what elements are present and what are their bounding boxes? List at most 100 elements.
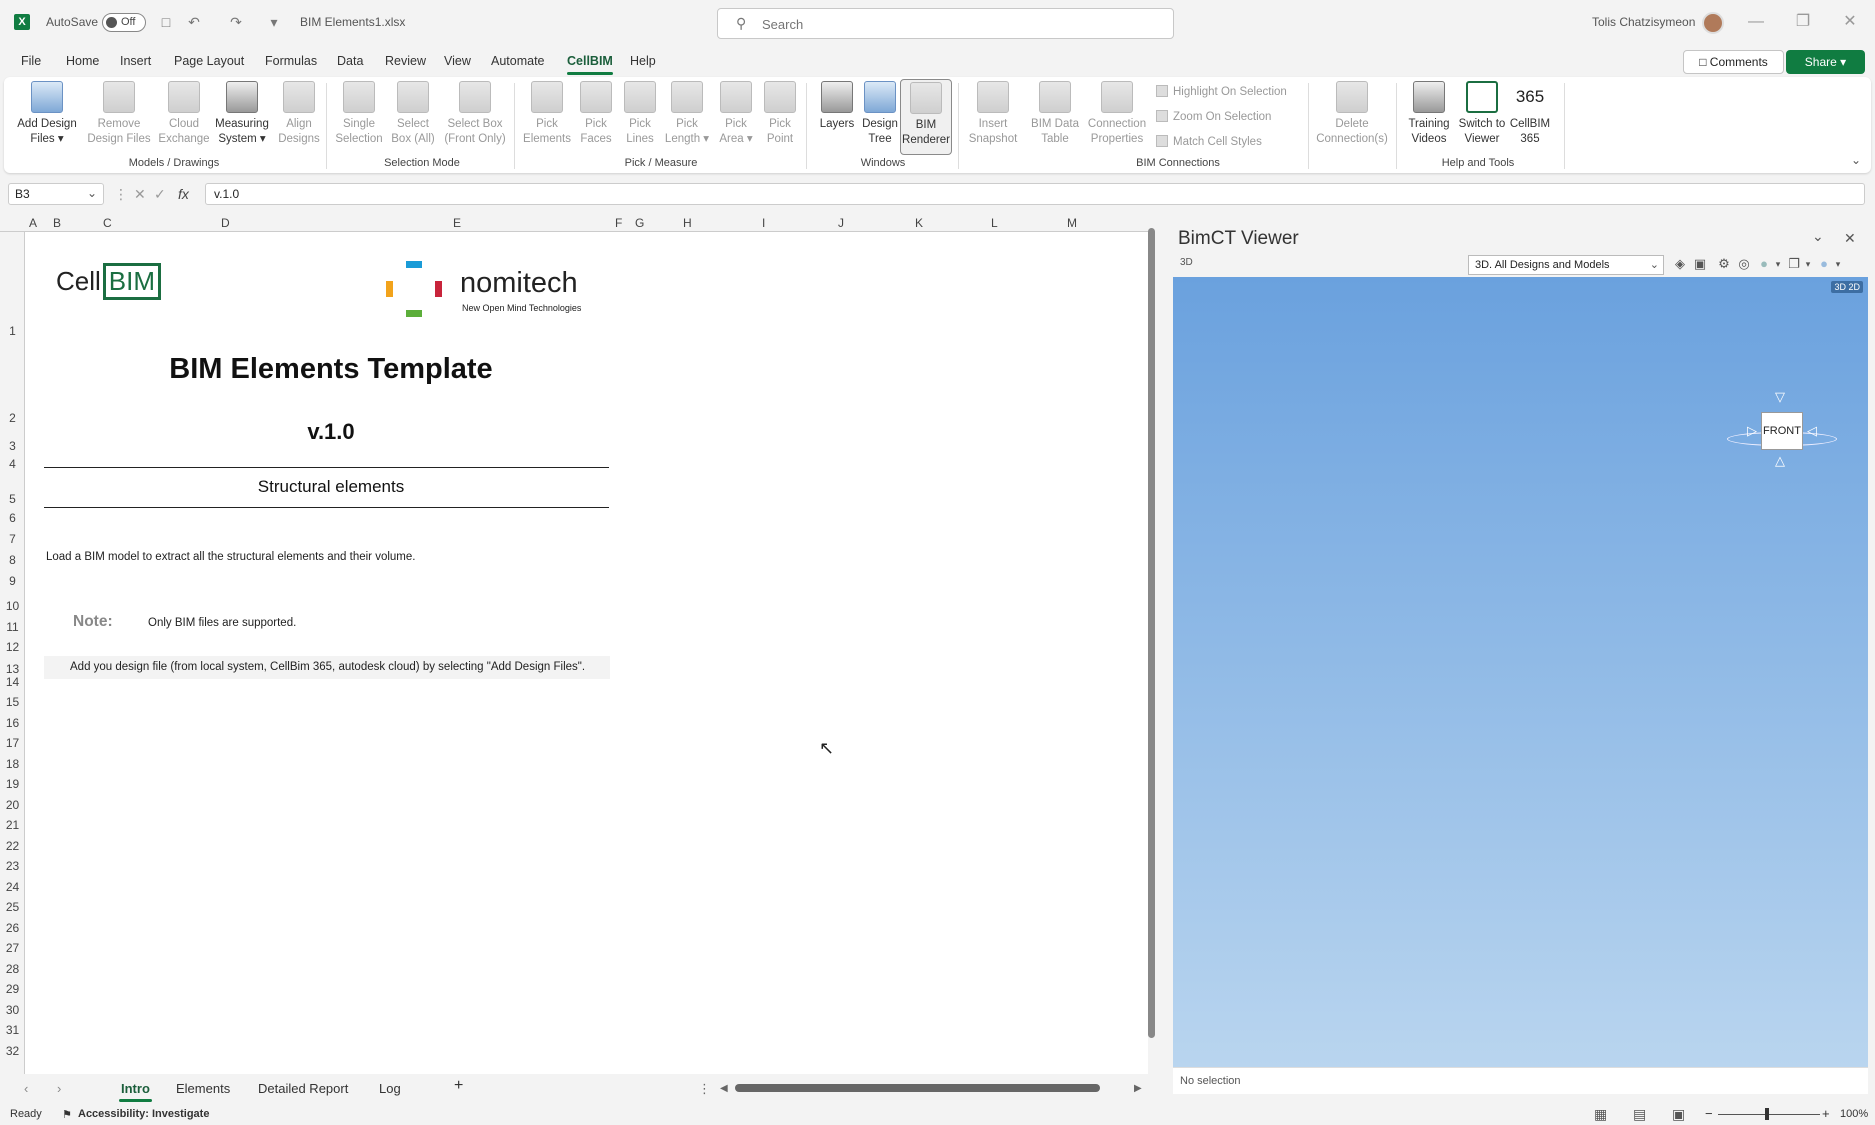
3d-2d-toggle[interactable]: 3D 2D [1831, 281, 1863, 293]
prev-sheet-icon[interactable]: ‹ [24, 1081, 28, 1096]
remove-design-files-button[interactable]: Remove Design Files [86, 79, 152, 155]
row-header[interactable]: 14 [0, 675, 25, 689]
file-name[interactable]: BIM Elements1.xlsx [300, 15, 405, 29]
chevron-down-icon[interactable]: ▾ [1830, 256, 1846, 272]
column-header[interactable]: M [1067, 216, 1077, 230]
sheet-tab-intro[interactable]: Intro [119, 1081, 152, 1102]
column-header[interactable]: J [838, 216, 844, 230]
column-header[interactable]: I [762, 216, 765, 230]
select-box-front-button[interactable]: Select Box (Front Only) [440, 79, 510, 155]
more-options-icon[interactable]: ⋮ [698, 1081, 711, 1097]
tab-automate[interactable]: Automate [491, 54, 545, 68]
3d-viewport[interactable]: 3D 2D ▽ ▷ ◁ △ FRONT [1173, 277, 1868, 1067]
view-cube[interactable]: FRONT [1761, 412, 1803, 450]
function-icon[interactable]: fx [178, 186, 189, 202]
sheet-tab-detailed-report[interactable]: Detailed Report [258, 1081, 348, 1096]
scroll-left-icon[interactable]: ◀ [720, 1083, 728, 1094]
delete-connections-button[interactable]: Delete Connection(s) [1314, 79, 1390, 155]
match-cell-styles-button[interactable]: Match Cell Styles [1156, 135, 1262, 148]
row-header[interactable]: 16 [0, 716, 25, 730]
row-header[interactable]: 11 [0, 620, 25, 634]
more-icon[interactable]: ⋮ [114, 186, 128, 203]
switch-to-viewer-button[interactable]: Switch to Viewer [1456, 79, 1508, 155]
camera-view-icon[interactable]: ◎ [1736, 256, 1752, 272]
row-header[interactable]: 18 [0, 757, 25, 771]
column-header[interactable]: C [103, 216, 112, 230]
avatar[interactable] [1702, 12, 1724, 34]
zoom-slider-thumb[interactable] [1765, 1108, 1769, 1120]
formula-input[interactable]: v.1.0 [205, 183, 1865, 205]
search-box[interactable]: ⚲ [717, 8, 1174, 39]
tab-view[interactable]: View [444, 54, 471, 68]
section-box-icon[interactable]: ▣ [1692, 256, 1708, 272]
cloud-exchange-button[interactable]: Cloud Exchange [156, 79, 212, 155]
tab-home[interactable]: Home [66, 54, 99, 68]
tab-file[interactable]: File [21, 54, 41, 68]
column-header[interactable]: F [615, 216, 622, 230]
chevron-down-icon[interactable]: ▾ [1770, 256, 1786, 272]
cube-arrow-down-icon[interactable]: △ [1775, 453, 1785, 469]
row-header[interactable]: 21 [0, 818, 25, 832]
column-header[interactable]: H [683, 216, 692, 230]
pick-length-button[interactable]: Pick Length ▾ [662, 79, 712, 155]
ribbon-collapse-icon[interactable]: ⌄ [1851, 153, 1861, 167]
search-input[interactable] [762, 15, 1142, 33]
pick-elements-button[interactable]: Pick Elements [522, 79, 572, 155]
comments-button[interactable]: □ Comments [1683, 50, 1784, 74]
close-icon[interactable]: ✕ [1844, 230, 1856, 247]
gamepad-icon[interactable]: ◈ [1672, 256, 1688, 272]
row-header[interactable]: 22 [0, 839, 25, 853]
settings-icon[interactable]: ⚙ [1716, 256, 1732, 272]
column-header[interactable]: D [221, 216, 230, 230]
design-tree-button[interactable]: Design Tree [858, 79, 902, 155]
row-header[interactable]: 15 [0, 695, 25, 709]
pick-lines-button[interactable]: Pick Lines [620, 79, 660, 155]
zoom-out-icon[interactable]: − [1705, 1106, 1713, 1121]
row-header[interactable]: 19 [0, 777, 25, 791]
measuring-system-button[interactable]: Measuring System ▾ [210, 79, 274, 155]
insert-snapshot-button[interactable]: Insert Snapshot [966, 79, 1020, 155]
row-header[interactable]: 27 [0, 941, 25, 955]
pick-faces-button[interactable]: Pick Faces [574, 79, 618, 155]
sheet-canvas[interactable]: Cell BIM nomitech New Open Mind Technolog… [26, 233, 1146, 1074]
row-header[interactable]: 25 [0, 900, 25, 914]
bim-renderer-button[interactable]: BIM Renderer [900, 79, 952, 155]
user-name[interactable]: Tolis Chatzisymeon [1592, 15, 1695, 29]
view-select[interactable]: 3D. All Designs and Models ⌄ [1468, 255, 1664, 275]
row-header[interactable]: 29 [0, 982, 25, 996]
column-header[interactable]: K [915, 216, 923, 230]
cube-arrow-up-icon[interactable]: ▽ [1775, 389, 1785, 405]
add-sheet-icon[interactable]: + [454, 1077, 463, 1095]
tab-review[interactable]: Review [385, 54, 426, 68]
row-header[interactable]: 4 [0, 457, 25, 471]
minimize-icon[interactable]: — [1746, 12, 1766, 32]
column-header[interactable]: L [991, 216, 998, 230]
select-box-all-button[interactable]: Select Box (All) [388, 79, 438, 155]
add-design-files-button[interactable]: Add Design Files ▾ [16, 79, 78, 155]
scrollbar-thumb[interactable] [1148, 228, 1155, 1038]
customize-qat-icon[interactable]: ▾ [266, 14, 282, 30]
align-designs-button[interactable]: Align Designs [276, 79, 322, 155]
cube-arrow-left-icon[interactable]: ▷ [1747, 423, 1757, 439]
row-header[interactable]: 12 [0, 640, 25, 654]
sheet-tab-elements[interactable]: Elements [176, 1081, 230, 1096]
zoom-in-icon[interactable]: + [1822, 1106, 1830, 1121]
row-header[interactable]: 7 [0, 532, 25, 546]
scroll-right-icon[interactable]: ▶ [1134, 1083, 1142, 1094]
enter-icon[interactable]: ✓ [154, 186, 166, 203]
accessibility-status[interactable]: Accessibility: Investigate [78, 1108, 209, 1120]
row-header[interactable]: 32 [0, 1044, 25, 1058]
bim-data-table-button[interactable]: BIM Data Table [1028, 79, 1082, 155]
pick-point-button[interactable]: Pick Point [760, 79, 800, 155]
column-header[interactable]: A [29, 216, 37, 230]
sheet-tab-log[interactable]: Log [379, 1081, 401, 1096]
row-header[interactable]: 24 [0, 880, 25, 894]
tab-data[interactable]: Data [337, 54, 363, 68]
version-cell[interactable]: v.1.0 [46, 419, 616, 445]
row-header[interactable]: 13 [0, 662, 25, 676]
row-header[interactable]: 3 [0, 439, 25, 453]
row-header[interactable]: 9 [0, 574, 25, 588]
next-sheet-icon[interactable]: › [57, 1081, 61, 1096]
cube-arrow-right-icon[interactable]: ◁ [1807, 423, 1817, 439]
close-window-icon[interactable]: ✕ [1840, 12, 1860, 32]
